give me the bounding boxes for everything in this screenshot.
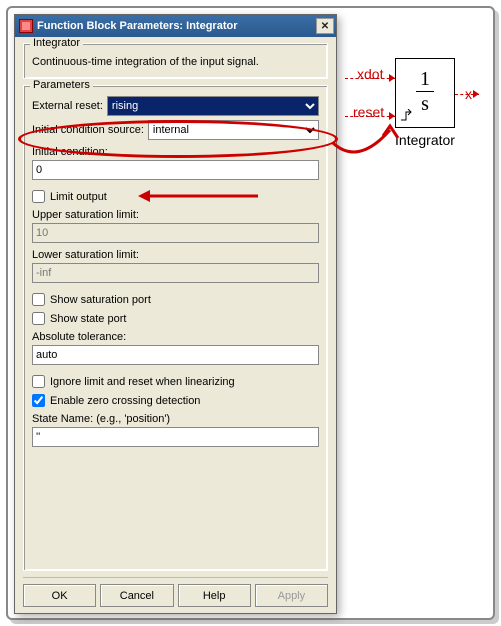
external-reset-select[interactable]: rising	[107, 96, 319, 116]
ok-button[interactable]: OK	[23, 584, 96, 607]
upper-saturation-input	[32, 223, 319, 243]
window-title: Function Block Parameters: Integrator	[37, 20, 316, 32]
lower-saturation-label: Lower saturation limit:	[32, 249, 319, 261]
upper-saturation-label: Upper saturation limit:	[32, 209, 319, 221]
app-icon	[19, 19, 33, 33]
initial-condition-source-select[interactable]: internal	[148, 120, 319, 140]
show-saturation-port-label: Show saturation port	[50, 294, 151, 306]
absolute-tolerance-label: Absolute tolerance:	[32, 331, 319, 343]
apply-button[interactable]: Apply	[255, 584, 328, 607]
cancel-button[interactable]: Cancel	[100, 584, 173, 607]
integrator-legend: Integrator	[30, 37, 83, 49]
parameters-group: Parameters External reset: rising Initia…	[23, 85, 328, 571]
reset-glyph-icon	[400, 109, 414, 121]
ignore-linearizing-checkbox[interactable]	[32, 375, 45, 388]
enable-zero-crossing-checkbox[interactable]	[32, 394, 45, 407]
initial-condition-label: Initial condition:	[32, 146, 319, 158]
lower-saturation-input	[32, 263, 319, 283]
external-reset-label: External reset:	[32, 100, 103, 112]
integrator-description: Continuous-time integration of the input…	[32, 54, 319, 70]
close-button[interactable]: ✕	[316, 18, 334, 34]
state-name-input[interactable]	[32, 427, 319, 447]
titlebar: Function Block Parameters: Integrator ✕	[15, 15, 336, 37]
show-state-port-label: Show state port	[50, 313, 126, 325]
limit-output-label: Limit output	[50, 191, 107, 203]
close-icon: ✕	[321, 21, 329, 32]
port-xdot-label: xdot	[357, 66, 383, 82]
show-saturation-port-checkbox[interactable]	[32, 293, 45, 306]
initial-condition-source-label: Initial condition source:	[32, 124, 144, 136]
help-button[interactable]: Help	[178, 584, 251, 607]
limit-output-checkbox[interactable]	[32, 190, 45, 203]
integrator-group: Integrator Continuous-time integration o…	[23, 43, 328, 79]
simulink-diagram: xdot reset 1 s x Integrator	[345, 46, 485, 186]
absolute-tolerance-input[interactable]	[32, 345, 319, 365]
integrator-block: 1 s	[395, 58, 455, 128]
port-x-label: x	[465, 86, 472, 102]
enable-zero-crossing-label: Enable zero crossing detection	[50, 395, 200, 407]
block-numerator: 1	[396, 69, 454, 89]
show-state-port-checkbox[interactable]	[32, 312, 45, 325]
button-bar: OK Cancel Help Apply	[23, 577, 328, 607]
ignore-linearizing-label: Ignore limit and reset when linearizing	[50, 376, 235, 388]
port-reset-label: reset	[353, 104, 384, 120]
block-label: Integrator	[385, 132, 465, 148]
state-name-label: State Name: (e.g., 'position')	[32, 413, 319, 425]
parameters-legend: Parameters	[30, 79, 93, 91]
initial-condition-input[interactable]	[32, 160, 319, 180]
dialog-window: Function Block Parameters: Integrator ✕ …	[14, 14, 337, 614]
